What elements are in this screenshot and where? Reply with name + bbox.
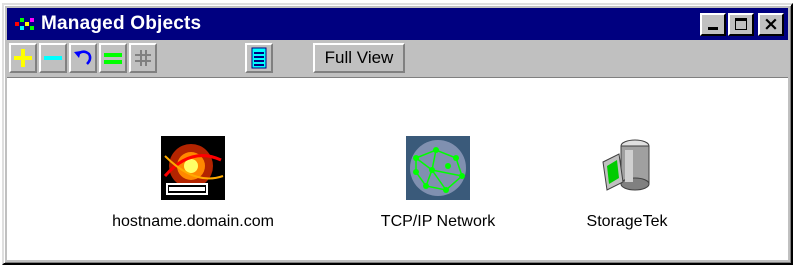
objects-view: hostname.domain.com TCP/IP Network Stora… [7,77,788,260]
equal-button[interactable] [99,43,127,73]
title-bar[interactable]: Managed Objects × [7,8,788,40]
maximize-icon [735,17,747,30]
object-host[interactable]: hostname.domain.com [111,136,275,231]
minimize-button[interactable] [700,12,726,36]
managed-objects-window: Managed Objects × Full View hostname.dom… [2,3,793,265]
storage-device-icon [602,139,650,191]
full-view-button[interactable]: Full View [313,43,405,73]
plus-icon [14,49,32,67]
minus-icon [44,56,62,60]
object-label: hostname.domain.com [112,213,274,230]
app-icon[interactable] [13,15,39,33]
equals-icon [104,53,122,64]
grid-button[interactable] [129,43,157,73]
window-title: Managed Objects [41,13,202,34]
network-globe-icon [406,136,470,200]
object-network[interactable]: TCP/IP Network [365,136,511,231]
object-storagetek[interactable]: StorageTek [567,136,687,231]
toolbar: Full View [7,41,788,75]
grid-icon [135,50,151,66]
close-icon: × [763,12,779,35]
undo-icon [74,50,92,65]
remove-button[interactable] [39,43,67,73]
host-computer-icon [161,136,225,200]
list-button[interactable] [245,43,273,73]
list-icon [251,47,267,69]
minimize-icon [708,26,718,30]
object-label: TCP/IP Network [380,213,496,230]
add-button[interactable] [9,43,37,73]
undo-button[interactable] [69,43,97,73]
close-button[interactable]: × [758,12,784,36]
object-label: StorageTek [586,213,668,230]
maximize-button[interactable] [728,12,754,36]
